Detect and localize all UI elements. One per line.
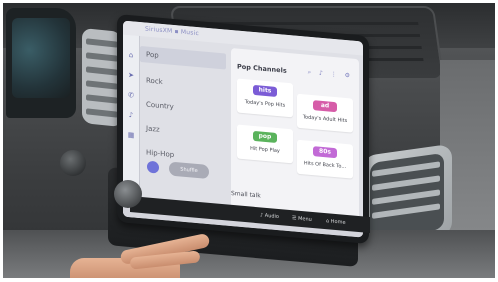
phone-icon: ✆ <box>128 90 134 100</box>
channel-logo: 80s <box>313 146 337 159</box>
channels-panel: Pop Channels ⌕ ♪ ⋮ ⚙ hits Today's Pop Hi… <box>231 47 359 232</box>
hand <box>70 228 220 282</box>
list-item: Rock <box>146 76 163 87</box>
list-item: Pop <box>140 46 226 70</box>
car-dashboard-photo: SiriusXM ▪ Music ⌂ ➤ ✆ ♪ ▦ Pop Rock Coun… <box>0 0 498 282</box>
channel-card: 80s Hits Of Back To... <box>297 139 353 179</box>
channel-logo: pop <box>253 130 277 143</box>
channel-caption: Today's Pop Hits <box>244 99 286 109</box>
channel-logo: hits <box>253 84 277 97</box>
instrument-cluster <box>6 8 76 118</box>
list-item: Jazz <box>146 124 160 134</box>
list-item: Hip-Hop <box>146 148 175 160</box>
left-air-vent <box>82 27 122 128</box>
control-label: ☰ Menu <box>292 215 312 223</box>
control-label: ♪ Audio <box>260 212 279 221</box>
left-dial-knob <box>60 150 86 176</box>
music-icon: ♪ <box>128 111 134 120</box>
panel-icons: ⌕ ♪ ⋮ ⚙ <box>307 68 353 80</box>
list-item: Country <box>146 100 174 111</box>
apps-icon: ▦ <box>127 130 135 140</box>
channel-card: ad Today's Adult Hits <box>297 93 353 133</box>
home-icon: ⌂ <box>128 51 134 60</box>
channel-caption: Hits Of Back To... <box>303 160 347 171</box>
volume-knob <box>114 180 142 208</box>
channel-caption: Today's Adult Hits <box>302 114 348 125</box>
channel-card: hits Today's Pop Hits <box>237 78 293 118</box>
panel-title: Pop Channels <box>237 62 287 75</box>
control-label: ⌂ Home <box>326 218 346 226</box>
search-field: SiriusXM ▪ Music <box>145 25 199 38</box>
channel-caption: Hit Pop Play <box>250 145 280 155</box>
channel-logo: ad <box>313 100 337 113</box>
play-button <box>147 160 159 174</box>
channel-card: pop Hit Pop Play <box>237 124 293 164</box>
nav-icon: ➤ <box>128 70 134 80</box>
